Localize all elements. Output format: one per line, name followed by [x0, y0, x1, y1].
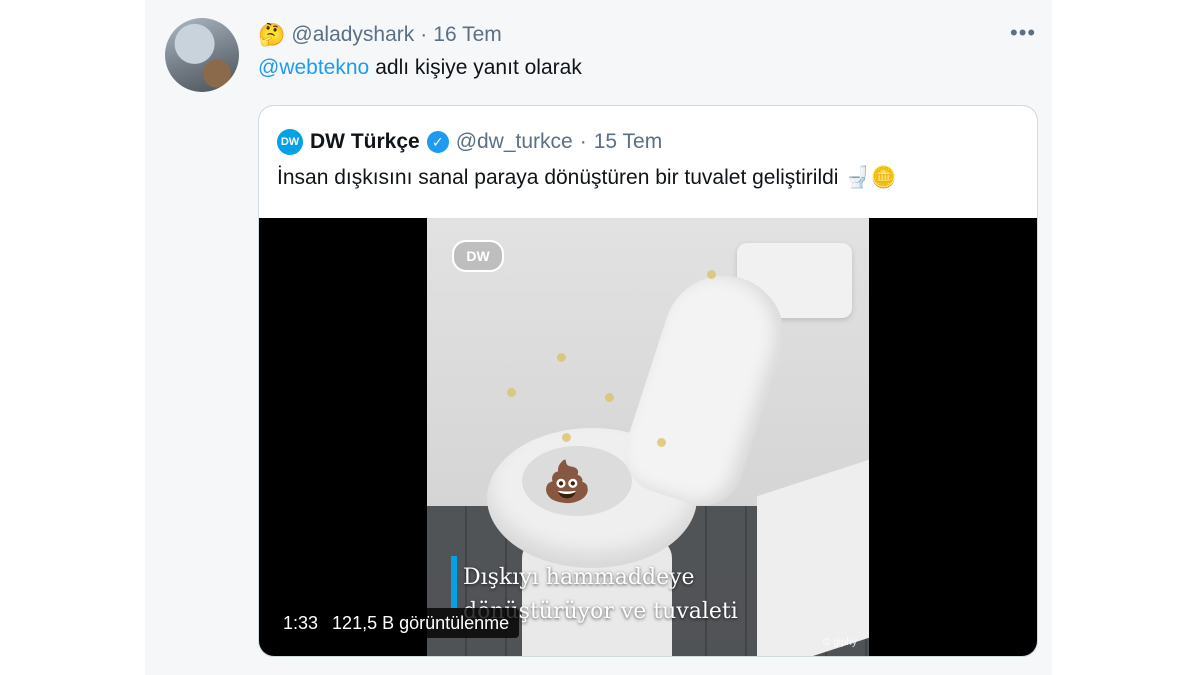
poo-emoji-icon: 💩: [542, 460, 592, 504]
giphy-watermark: © giphy: [822, 637, 857, 648]
coin-sparkle: [657, 438, 666, 447]
toilet-seat: [614, 260, 800, 516]
coin-sparkle: [507, 388, 516, 397]
thinking-face-icon: 🤔: [258, 22, 286, 47]
toilet-coin-emoji-icon: 🚽🪙: [844, 166, 897, 189]
quoted-tweet-text: İnsan dışkısını sanal paraya dönüştüren …: [277, 166, 897, 190]
quoted-tweet[interactable]: DW DW Türkçe ✓ @dw_turkce · 15 Tem İnsan…: [258, 105, 1038, 657]
video-player[interactable]: 💩 DW Dışkıyı hammaddeye dönüştürüyor ve …: [259, 218, 1037, 656]
coin-sparkle: [562, 433, 571, 442]
reply-context: @webtekno adlı kişiye yanıt olarak: [258, 56, 582, 80]
header-separator: ·: [420, 23, 428, 46]
reply-mention-link[interactable]: @webtekno: [258, 56, 369, 80]
video-view-count: 121,5 B görüntülenme: [332, 612, 510, 633]
reply-text: adlı kişiye yanıt olarak: [375, 56, 582, 79]
coin-sparkle: [707, 270, 716, 279]
quoted-tweet-header: DW DW Türkçe ✓ @dw_turkce · 15 Tem: [277, 128, 662, 156]
verified-badge-icon: ✓: [426, 131, 449, 153]
video-info-badge: 1:33 121,5 B görüntülenme: [273, 608, 520, 638]
quoted-handle[interactable]: @dw_turkce: [456, 130, 573, 154]
user-handle[interactable]: @aladyshark: [291, 23, 414, 47]
quoted-separator: ·: [579, 130, 587, 153]
tweet-date[interactable]: 16 Tem: [433, 23, 502, 47]
quoted-date[interactable]: 15 Tem: [594, 130, 663, 154]
quoted-text-body: İnsan dışkısını sanal paraya dönüştüren …: [277, 166, 839, 189]
video-duration: 1:33: [283, 612, 319, 633]
user-avatar[interactable]: [165, 18, 239, 92]
caption-accent-bar: [451, 556, 457, 608]
tweet-header: 🤔 @aladyshark · 16 Tem: [258, 22, 502, 48]
quoted-display-name[interactable]: DW Türkçe: [310, 130, 420, 154]
more-dots-icon[interactable]: •••: [1010, 22, 1036, 48]
dw-avatar[interactable]: DW: [277, 129, 303, 155]
dw-watermark-logo: DW: [452, 240, 504, 272]
video-frame[interactable]: 💩 DW Dışkıyı hammaddeye dönüştürüyor ve …: [427, 218, 869, 656]
caption-line-1: Dışkıyı hammaddeye: [463, 565, 695, 590]
coin-sparkle: [605, 393, 614, 402]
coin-sparkle: [557, 353, 566, 362]
counter-surface: [757, 459, 869, 656]
